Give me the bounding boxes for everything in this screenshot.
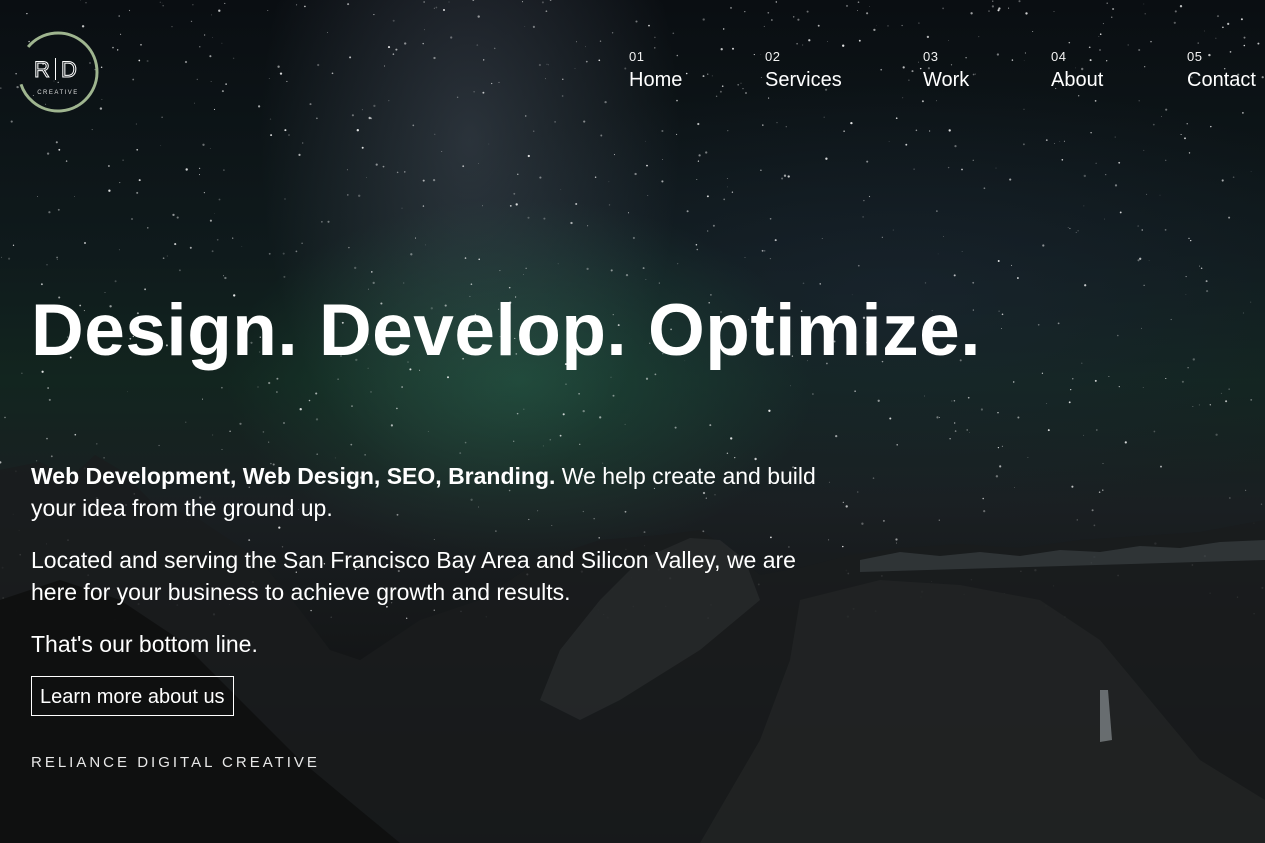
hero-intro: Web Development, Web Design, SEO, Brandi… bbox=[31, 460, 831, 524]
brand-name: RELIANCE DIGITAL CREATIVE bbox=[31, 754, 320, 771]
nav-item-label: Contact bbox=[1187, 69, 1256, 91]
hero-location-text: Located and serving the San Francisco Ba… bbox=[31, 547, 796, 605]
hero-bottom-line: That's our bottom line. bbox=[31, 631, 258, 657]
main-nav: 01 Home 02 Services 03 Work 04 About 05 … bbox=[0, 49, 1265, 99]
nav-item-number: 01 bbox=[629, 49, 645, 64]
nav-item-label: About bbox=[1051, 69, 1104, 91]
hero-intro-services: Web Development, Web Design, SEO, Brandi… bbox=[31, 463, 556, 489]
nav-item-number: 04 bbox=[1051, 49, 1067, 64]
nav-item-number: 05 bbox=[1187, 49, 1203, 64]
nav-item-about[interactable]: 04 About bbox=[1051, 49, 1103, 95]
nav-item-services[interactable]: 02 Services bbox=[765, 49, 842, 95]
nav-item-label: Work bbox=[923, 69, 970, 91]
nav-item-label: Home bbox=[629, 69, 683, 91]
nav-item-label: Services bbox=[765, 69, 842, 91]
hero-headline: Design. Develop. Optimize. bbox=[31, 290, 982, 371]
nav-item-number: 03 bbox=[923, 49, 939, 64]
nav-item-home[interactable]: 01 Home bbox=[629, 49, 682, 95]
learn-more-button[interactable]: Learn more about us bbox=[31, 676, 234, 716]
nav-item-number: 02 bbox=[765, 49, 781, 64]
nav-item-work[interactable]: 03 Work bbox=[923, 49, 969, 95]
nav-item-contact[interactable]: 05 Contact bbox=[1187, 49, 1256, 95]
